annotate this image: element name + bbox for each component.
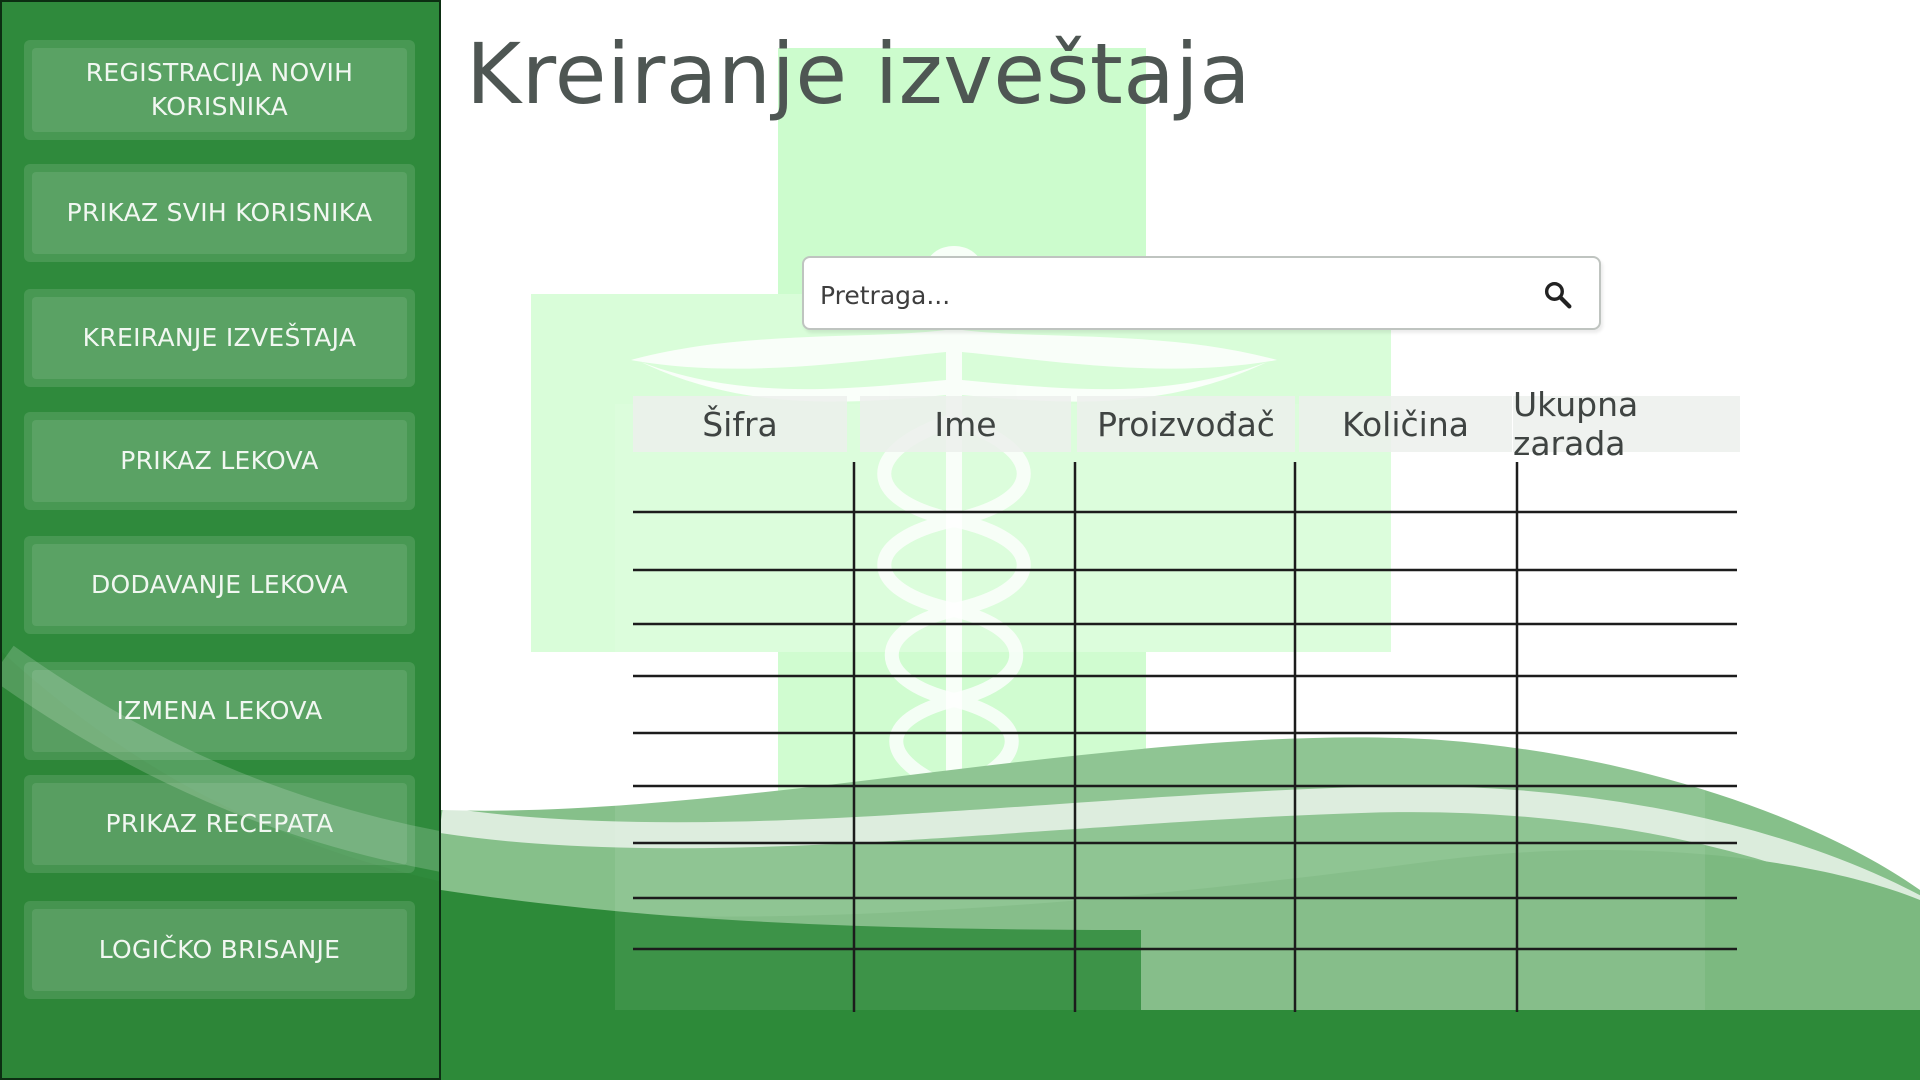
sidebar-item-dodavanje-lekova[interactable]: DODAVANJE LEKOVA <box>24 536 415 634</box>
sidebar-item-logicko-brisanje[interactable]: LOGIČKO BRISANJE <box>24 901 415 999</box>
sidebar: REGISTRACIJA NOVIH KORISNIKA PRIKAZ SVIH… <box>0 0 441 1080</box>
sidebar-item-prikaz-svih-korisnika[interactable]: PRIKAZ SVIH KORISNIKA <box>24 164 415 262</box>
sidebar-item-prikaz-lekova[interactable]: PRIKAZ LEKOVA <box>24 412 415 510</box>
sidebar-item-izmena-lekova[interactable]: IZMENA LEKOVA <box>24 662 415 760</box>
sidebar-item-label: IZMENA LEKOVA <box>116 696 323 725</box>
sidebar-item-label: PRIKAZ SVIH KORISNIKA <box>66 198 373 227</box>
report-table <box>633 462 1737 1012</box>
sidebar-item-label: PRIKAZ LEKOVA <box>120 446 319 475</box>
sidebar-item-label: LOGIČKO BRISANJE <box>98 935 341 964</box>
sidebar-item-kreiranje-izvestaja[interactable]: KREIRANJE IZVEŠTAJA <box>24 289 415 387</box>
sidebar-item-label: PRIKAZ RECEPATA <box>105 809 334 838</box>
sidebar-item-label: REGISTRACIJA NOVIH KORISNIKA <box>85 58 354 121</box>
sidebar-item-registracija-novih-korisnika[interactable]: REGISTRACIJA NOVIH KORISNIKA <box>24 40 415 140</box>
main-content: Kreiranje izveštaja Šifra Ime Proizvođač… <box>441 0 1920 1080</box>
sidebar-item-label: DODAVANJE LEKOVA <box>90 570 349 599</box>
sidebar-item-prikaz-recepata[interactable]: PRIKAZ RECEPATA <box>24 775 415 873</box>
sidebar-item-label: KREIRANJE IZVEŠTAJA <box>82 323 357 352</box>
